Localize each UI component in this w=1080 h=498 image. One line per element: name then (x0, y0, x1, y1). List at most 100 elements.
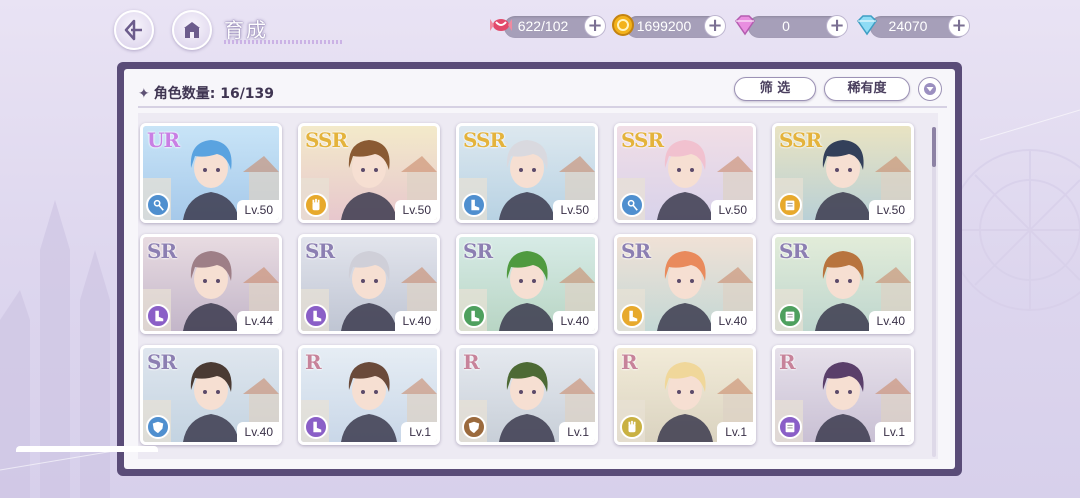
sparkle-icon: ✦ (138, 86, 150, 102)
class-badge (620, 415, 644, 439)
next-row-card-peek (16, 446, 158, 452)
panel-body: ✦ 角色数量: 16/139 筛 选 稀有度 UR Lv.50 SSR Lv.50 SSR… (124, 69, 955, 469)
character-card[interactable]: SR Lv.40 (614, 234, 756, 334)
character-card[interactable]: SR Lv.40 (140, 345, 282, 445)
level-label: Lv.40 (394, 311, 437, 331)
rarity-sort-button[interactable]: 稀有度 (824, 77, 910, 101)
character-card[interactable]: R Lv.1 (298, 345, 440, 445)
rarity-badge: SSR (463, 128, 506, 152)
glove-icon (628, 420, 636, 433)
rarity-badge: SSR (621, 128, 664, 152)
gold-resource: 1699200 + (612, 14, 726, 38)
shield-icon (152, 421, 164, 434)
class-badge (462, 415, 486, 439)
character-card[interactable]: SSR Lv.50 (298, 123, 440, 223)
character-card[interactable]: R Lv.1 (772, 345, 914, 445)
level-label: Lv.50 (868, 200, 911, 220)
rarity-badge: UR (147, 128, 180, 152)
blue-diamond-add-button[interactable]: + (948, 15, 970, 37)
rarity-badge: SR (147, 239, 177, 263)
back-arrow-icon (124, 19, 142, 41)
boot-icon (313, 310, 322, 322)
class-badge (462, 193, 486, 217)
blue-diamond-resource: 24070 + (857, 15, 970, 38)
page-title: 育成 (224, 18, 268, 42)
level-label: Lv.50 (236, 200, 279, 220)
level-label: Lv.40 (868, 311, 911, 331)
class-badge (146, 415, 170, 439)
candy-add-button[interactable]: + (584, 15, 606, 37)
level-label: Lv.1 (559, 422, 595, 442)
class-badge (304, 193, 328, 217)
class-badge (304, 304, 328, 328)
rarity-badge: R (305, 350, 322, 374)
level-label: Lv.1 (875, 422, 911, 442)
boot-icon (471, 199, 480, 211)
class-badge (304, 415, 328, 439)
home-button[interactable] (172, 10, 212, 50)
boot-icon (471, 310, 480, 322)
gold-value: 1699200 (636, 18, 692, 34)
class-badge (778, 193, 802, 217)
character-grid[interactable]: UR Lv.50 SSR Lv.50 SSR Lv.50 SSR Lv.50 SSR Lv.50 S… (138, 113, 938, 459)
character-card[interactable]: SR Lv.44 (140, 234, 282, 334)
glove-icon (312, 198, 320, 211)
gold-add-button[interactable]: + (704, 15, 726, 37)
rarity-badge: R (779, 350, 796, 374)
key-icon (153, 199, 164, 211)
character-card[interactable]: SR Lv.40 (456, 234, 598, 334)
key-icon (627, 199, 638, 211)
scroll-thumb[interactable] (932, 127, 936, 167)
book-icon (785, 422, 795, 433)
filter-button[interactable]: 筛 选 (734, 77, 816, 101)
class-badge (146, 193, 170, 217)
rarity-badge: R (463, 350, 480, 374)
rarity-badge: SR (147, 350, 177, 374)
boot-icon (313, 421, 322, 433)
rarity-badge: SR (779, 239, 809, 263)
top-bar: 育成 622/102 + 1699200 + 0 + 24070 + (0, 0, 1080, 60)
character-card[interactable]: UR Lv.50 (140, 123, 282, 223)
scrollbar[interactable] (932, 127, 936, 457)
level-label: Lv.1 (401, 422, 437, 442)
level-label: Lv.50 (710, 200, 753, 220)
book-icon (785, 311, 795, 322)
character-card[interactable]: SSR Lv.50 (456, 123, 598, 223)
boot-icon (155, 310, 164, 322)
level-label: Lv.1 (717, 422, 753, 442)
rarity-badge: SR (621, 239, 651, 263)
character-card[interactable]: SR Lv.40 (298, 234, 440, 334)
level-label: Lv.40 (236, 422, 279, 442)
candy-value: 622/102 (517, 18, 569, 34)
pink-diamond-resource: 0 + (735, 15, 848, 38)
character-count: ✦ 角色数量: 16/139 (138, 83, 274, 103)
rarity-badge: SR (463, 239, 493, 263)
chevron-down-icon (924, 83, 936, 95)
character-card[interactable]: SSR Lv.50 (772, 123, 914, 223)
back-button[interactable] (114, 10, 154, 50)
header-divider (138, 106, 947, 108)
level-label: Lv.44 (236, 311, 279, 331)
level-label: Lv.40 (552, 311, 595, 331)
character-card[interactable]: SSR Lv.50 (614, 123, 756, 223)
character-card[interactable]: R Lv.1 (614, 345, 756, 445)
rarity-badge: R (621, 350, 638, 374)
boot-icon (629, 310, 638, 322)
sort-order-toggle[interactable] (918, 77, 942, 101)
level-label: Lv.50 (394, 200, 437, 220)
book-icon (785, 200, 795, 211)
shield-icon (468, 421, 480, 434)
character-card[interactable]: R Lv.1 (456, 345, 598, 445)
class-badge (778, 415, 802, 439)
level-label: Lv.40 (710, 311, 753, 331)
candy-resource: 622/102 + (490, 15, 606, 38)
pink-diamond-value: 0 (782, 18, 790, 34)
castle-home-icon (184, 22, 200, 38)
rarity-badge: SR (305, 239, 335, 263)
class-badge (778, 304, 802, 328)
rarity-badge: SSR (305, 128, 348, 152)
character-card[interactable]: SR Lv.40 (772, 234, 914, 334)
character-panel: ✦ 角色数量: 16/139 筛 选 稀有度 UR Lv.50 SSR Lv.50 SSR… (117, 62, 962, 476)
pink-diamond-add-button[interactable]: + (826, 15, 848, 37)
class-badge (462, 304, 486, 328)
